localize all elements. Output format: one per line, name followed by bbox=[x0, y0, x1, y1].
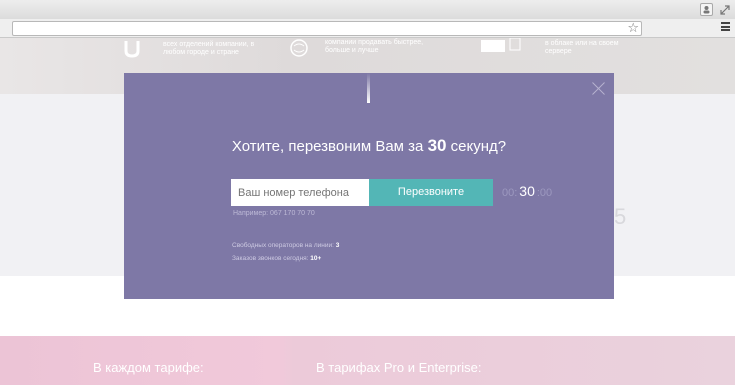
timer-minutes: 00: bbox=[502, 187, 518, 199]
fullscreen-icon[interactable] bbox=[718, 3, 731, 16]
bg-digit: 5 bbox=[614, 204, 627, 229]
browser-toolbar: ☆ bbox=[0, 19, 735, 38]
stat-operators-label: Свободных операторов на линии: bbox=[232, 242, 334, 249]
pricing-title-every-plan: В каждом тарифе: bbox=[93, 360, 204, 375]
close-icon[interactable] bbox=[592, 82, 605, 95]
modal-top-line bbox=[367, 73, 370, 103]
heading-number: 30 bbox=[427, 136, 447, 155]
timer-fraction: :00 bbox=[536, 187, 553, 199]
callback-modal: Хотите, перезвоним Вам за 30 секунд? Пер… bbox=[124, 73, 614, 299]
timer-seconds: 30 bbox=[519, 183, 535, 199]
modal-heading: Хотите, перезвоним Вам за 30 секунд? bbox=[124, 136, 614, 156]
bg-feature-text-2: компании продавать быстрее, больше и луч… bbox=[325, 39, 424, 54]
address-bar[interactable]: ☆ bbox=[12, 20, 642, 36]
stat-operators: Свободных операторов на линии: 3 bbox=[232, 242, 339, 249]
heading-text-before: Хотите, перезвоним Вам за bbox=[231, 138, 424, 155]
pricing-title-pro-enterprise: В тарифах Pro и Enterprise: bbox=[316, 360, 482, 375]
phone-input[interactable] bbox=[231, 179, 369, 206]
callback-button[interactable]: Перезвоните bbox=[369, 179, 493, 206]
stat-calls-today: Заказов звонков сегодня: 10+ bbox=[232, 255, 321, 262]
countdown-timer: 00: 30:00 bbox=[502, 183, 552, 199]
menu-icon[interactable] bbox=[721, 22, 730, 31]
stat-calls-label: Заказов звонков сегодня: bbox=[232, 255, 309, 262]
browser-titlebar bbox=[0, 0, 735, 19]
user-icon[interactable] bbox=[700, 3, 713, 16]
star-icon[interactable]: ☆ bbox=[627, 20, 639, 36]
u-logo-icon bbox=[124, 41, 140, 58]
devices-icon bbox=[481, 38, 521, 52]
phone-example: Например: 067 170 70 70 bbox=[233, 210, 315, 217]
bg-feature-text-3: в облаке или на своем сервере bbox=[545, 40, 619, 55]
stat-calls-value: 10+ bbox=[310, 255, 322, 262]
bg-feature-text-1: всех отделений компании, в любом городе … bbox=[163, 41, 255, 56]
brain-icon bbox=[290, 39, 308, 57]
heading-text-after: секунд? bbox=[450, 138, 507, 155]
stat-operators-value: 3 bbox=[335, 242, 340, 249]
